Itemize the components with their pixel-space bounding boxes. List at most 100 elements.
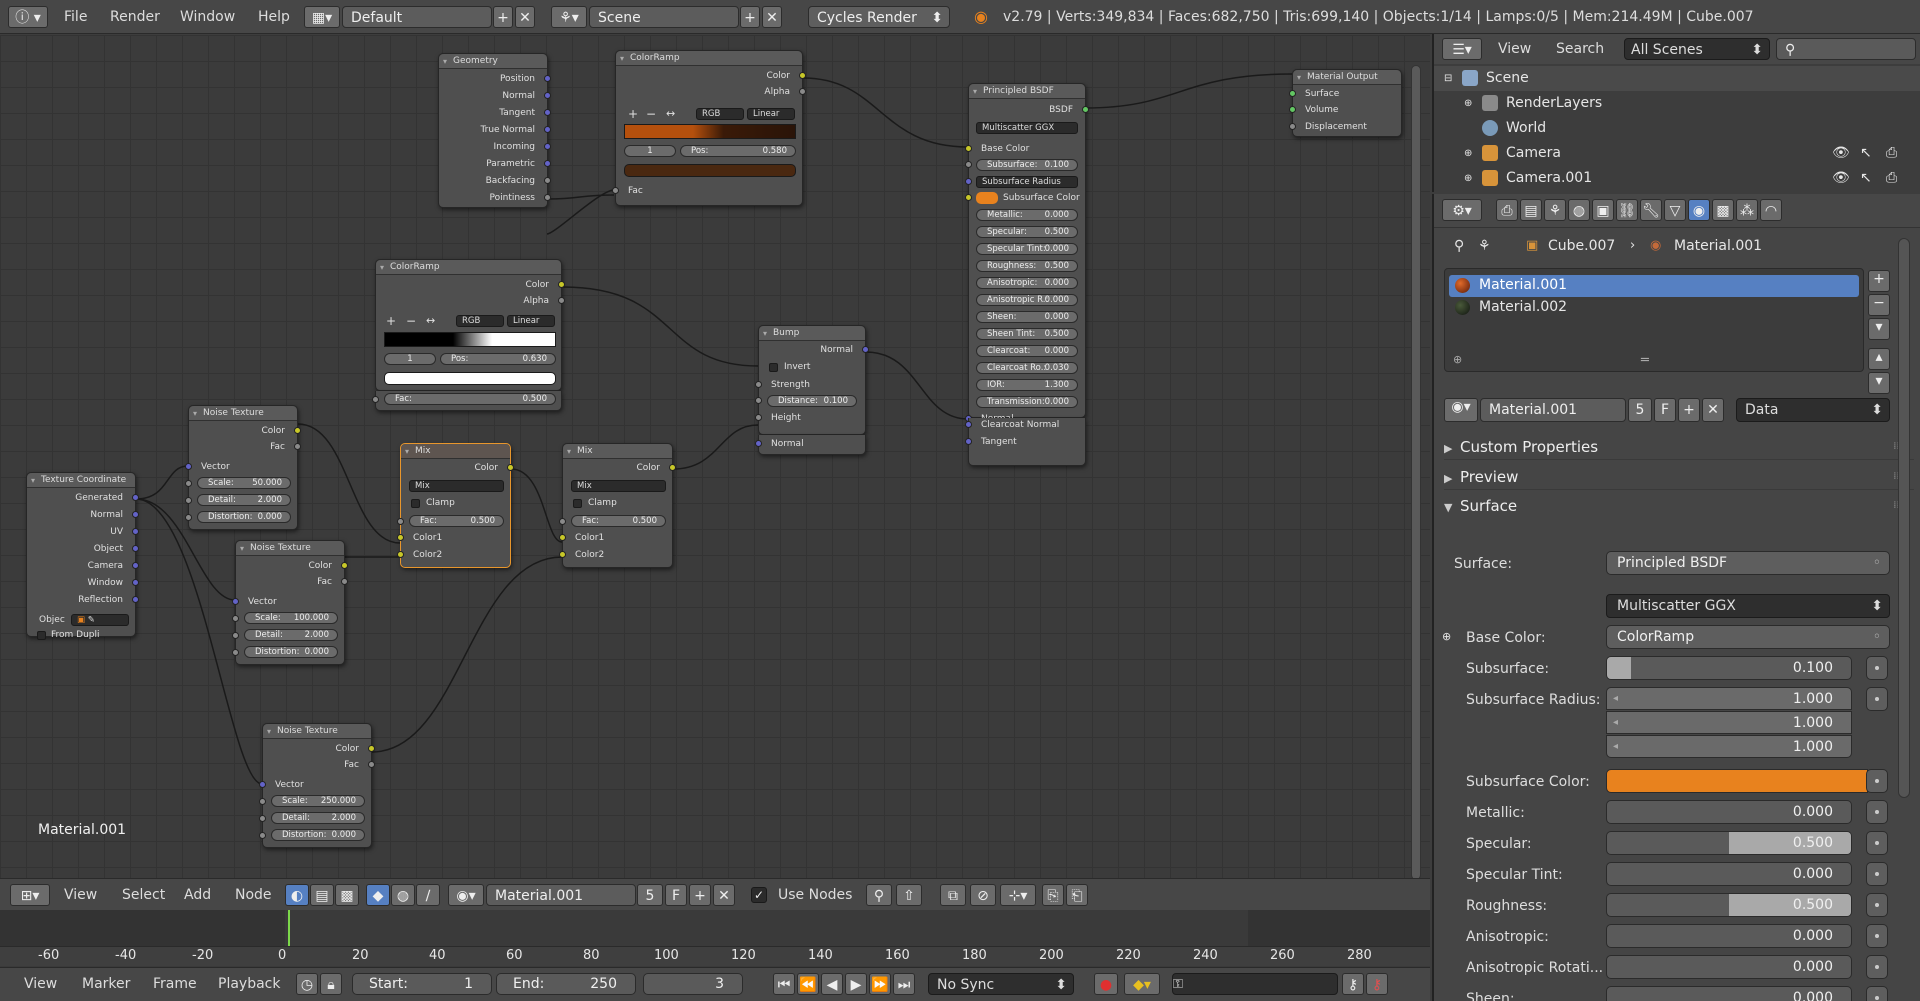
output-socket[interactable] [544,143,551,150]
blend-type-select[interactable]: Mix [571,480,666,492]
roughness-field[interactable]: Roughness: 0.500 [976,260,1078,272]
clamp-checkbox[interactable] [411,499,420,508]
new-material-button[interactable]: + [689,884,711,906]
material-users-button[interactable]: 5 [1628,398,1652,422]
ramp-flip-icon[interactable]: ↔ [426,314,435,328]
section-custom-properties[interactable]: ▶Custom Properties⁞⁞⁞⁞ [1444,434,1914,460]
output-socket[interactable] [544,194,551,201]
ramp-fac-field[interactable]: Fac: 0.500 [384,393,556,405]
expand-icon[interactable]: ⊕ [1464,91,1472,116]
clearcoat-roughness-field[interactable]: Clearcoat Ro.: 0.030 [976,362,1078,374]
clamp-checkbox[interactable] [573,499,582,508]
linestyle-shader-icon[interactable]: ∕ [416,884,440,906]
ss-radius-y-field[interactable]: ◂ 1.000 [1606,711,1852,734]
render-engine-select[interactable]: Cycles Render ⬍ [808,6,950,28]
layout-icon[interactable]: ▦▾ [304,6,340,28]
menu-node[interactable]: Node [235,884,272,906]
transmission-field[interactable]: Transmission: 0.000 [976,396,1078,408]
texture-nodes-icon[interactable]: ▩ [335,884,359,906]
select-arrow-icon[interactable]: ↖ [1860,166,1872,191]
ramp-add-icon[interactable]: + [386,314,396,328]
bump-distance-field[interactable]: Distance: 0.100 [767,395,857,407]
fake-user-button[interactable]: F [665,884,687,906]
input-socket[interactable] [965,178,972,185]
output-socket[interactable] [558,281,565,288]
particles-tab-icon[interactable]: ⁂ [1736,199,1758,221]
input-socket[interactable] [397,551,404,558]
input-socket[interactable] [232,649,239,656]
base-color-link-field[interactable]: ColorRamp ◦ [1606,625,1890,649]
scene-icon[interactable]: ⚘▾ [551,6,587,28]
jump-keyframe-forward-icon[interactable]: ⏩ [869,973,891,995]
ramp-interp-select[interactable]: Linear [747,108,795,120]
output-socket[interactable] [862,346,869,353]
data-tab-icon[interactable]: ▽ [1664,199,1686,221]
color-ramp-bar[interactable] [624,124,796,139]
output-socket[interactable] [544,109,551,116]
noise-distortion-field[interactable]: Distortion: 0.000 [197,511,291,523]
color-ramp-bar[interactable] [384,332,556,347]
keying-set-icon[interactable]: ◆▾ [1124,973,1160,995]
remove-slot-button[interactable]: − [1868,294,1890,316]
texture-tab-icon[interactable]: ▩ [1712,199,1734,221]
sheen-tint-field[interactable]: Sheen Tint: 0.500 [976,328,1078,340]
distribution-select[interactable]: Multiscatter GGX ⬍ [1606,594,1890,618]
noise-scale-field[interactable]: Scale: 250.000 [271,795,365,807]
menu-playback[interactable]: Playback [218,973,280,995]
info-editor-type-button[interactable]: ⓘ ▾ [8,6,48,28]
insert-keyframe-icon[interactable]: ⚷ [1342,973,1364,995]
select-arrow-icon[interactable]: ↖ [1860,141,1872,166]
move-slot-up-button[interactable]: ▴ [1868,348,1890,370]
input-socket[interactable] [965,161,972,168]
ss-radius-x-field[interactable]: ◂ 1.000 [1606,687,1852,710]
section-surface[interactable]: ▼Surface⁞⁞⁞⁞ [1444,493,1914,519]
play-reverse-icon[interactable]: ◀ [821,973,843,995]
timeline[interactable]: -60 -40 -20 0 20 40 60 80 100 120 140 16… [0,910,1430,967]
ss-radius-z-field[interactable]: ◂ 1.000 [1606,735,1852,758]
noise-detail-field[interactable]: Detail: 2.000 [244,629,338,641]
material-slot-list[interactable]: Material.001 Material.002 ⊕ ═ [1444,268,1864,372]
surface-shader-field[interactable]: Principled BSDF ◦ [1606,551,1890,575]
material-output-node[interactable]: Material Output Surface Volume Displacem… [1289,69,1402,137]
input-socket[interactable] [397,518,404,525]
keying-set-field[interactable]: ⚿ [1172,973,1338,995]
ramp-mode-select[interactable]: RGB [696,108,744,120]
new-material-button[interactable]: + [1678,398,1700,422]
world-shader-icon[interactable]: ◍ [391,884,415,906]
input-socket[interactable] [1289,90,1296,97]
layout-add-button[interactable]: + [493,6,513,28]
layout-field[interactable]: Default [342,6,492,28]
colorramp-node-2[interactable]: ColorRamp Color Alpha + − ↔ RGB Linear 1… [375,259,565,391]
output-socket[interactable] [544,177,551,184]
properties-editor-type-button[interactable]: ⚙▾ [1442,199,1482,221]
menu-file[interactable]: File [64,6,87,28]
input-socket[interactable] [259,832,266,839]
ramp-interp-select[interactable]: Linear [507,315,555,327]
input-socket[interactable] [185,463,192,470]
shader-nodes-icon[interactable]: ◐ [285,884,309,906]
scene-tab-icon[interactable]: ⚘ [1544,199,1566,221]
collapse-icon[interactable]: ⊟ [1444,66,1452,91]
fake-user-button[interactable]: F [1654,398,1676,422]
input-socket[interactable] [185,480,192,487]
snap-icon[interactable]: ⊹▾ [1000,884,1036,906]
noise-detail-field[interactable]: Detail: 2.000 [271,812,365,824]
input-socket[interactable] [612,187,619,194]
current-frame-marker[interactable] [288,910,290,946]
add-slot-button[interactable]: + [1868,270,1890,292]
input-socket[interactable] [1289,106,1296,113]
outliner-menu-search[interactable]: Search [1556,38,1604,60]
input-socket[interactable] [259,781,266,788]
ramp-remove-icon[interactable]: − [646,107,656,121]
input-socket[interactable] [755,440,762,447]
input-socket[interactable] [755,414,762,421]
outliner-item-camera[interactable]: ⊕ Camera 👁︎ ↖ ⎙ [1434,141,1920,166]
colorramp-node[interactable]: ColorRamp Color Alpha + − ↔ RGB Linear 1… [612,50,806,206]
jump-end-icon[interactable]: ⏭ [893,973,915,995]
preview-range-icon[interactable]: ◷ [296,973,318,995]
mix-fac-field[interactable]: Fac: 0.500 [571,515,666,527]
physics-tab-icon[interactable]: ◠ [1760,199,1782,221]
timeline-ruler[interactable]: -60 -40 -20 0 20 40 60 80 100 120 140 16… [0,946,1430,966]
output-socket[interactable] [132,528,139,535]
visibility-eye-icon[interactable]: 👁︎ [1832,141,1850,166]
